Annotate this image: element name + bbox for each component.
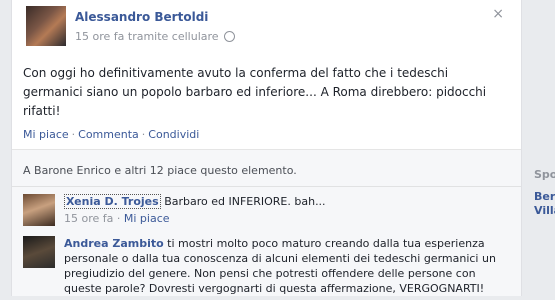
- sponsored-item-line: Villa: [534, 204, 555, 217]
- comment-item: Andrea Zambito ti mostri molto poco matu…: [23, 236, 513, 300]
- right-sidebar: Spo Bert Villa: [531, 0, 555, 296]
- commenter-avatar[interactable]: [23, 194, 55, 226]
- post-card: Alessandro Bertoldi 15 ore fa tramite ce…: [11, 0, 522, 296]
- separator: ·: [141, 128, 146, 141]
- share-link[interactable]: Condividi: [148, 128, 199, 141]
- post-actions: Mi piace · Commenta · Condividi: [23, 128, 199, 141]
- post-meta: 15 ore fa tramite cellulare: [75, 30, 235, 43]
- post-text: Con oggi ho definitivamente avuto la con…: [23, 66, 487, 118]
- likes-summary[interactable]: A Barone Enrico e altri 12 piace questo …: [23, 164, 297, 177]
- commenter-avatar[interactable]: [23, 236, 55, 268]
- author-avatar[interactable]: [26, 6, 66, 46]
- commenter-name[interactable]: Andrea Zambito: [64, 237, 164, 250]
- sponsored-item-line: Bert: [534, 190, 555, 203]
- comment-body: Xenia D. Trojes Barbaro ed INFERIORE. ba…: [64, 194, 509, 226]
- comment-like-link[interactable]: Mi piace: [124, 212, 170, 225]
- close-icon[interactable]: ×: [492, 6, 504, 22]
- comments-section: A Barone Enrico e altri 12 piace questo …: [12, 149, 521, 296]
- post-author-name[interactable]: Alessandro Bertoldi: [75, 10, 208, 24]
- sponsored-item[interactable]: Bert Villa: [534, 190, 555, 218]
- comment-body: Andrea Zambito ti mostri molto poco matu…: [64, 236, 509, 296]
- post-timestamp[interactable]: 15 ore fa tramite cellulare: [75, 30, 219, 43]
- comment-meta: 15 ore fa · Mi piace: [64, 211, 509, 226]
- comment-text: Barbaro ed INFERIORE. bah...: [160, 195, 326, 208]
- like-link[interactable]: Mi piace: [23, 128, 69, 141]
- comment-item: Xenia D. Trojes Barbaro ed INFERIORE. ba…: [23, 194, 513, 228]
- divider: [12, 186, 521, 187]
- separator: ·: [116, 212, 121, 225]
- comment-link[interactable]: Commenta: [78, 128, 139, 141]
- separator: ·: [71, 128, 76, 141]
- comment-timestamp[interactable]: 15 ore fa: [64, 212, 113, 225]
- globe-icon: [223, 31, 235, 42]
- sponsored-heading: Spo: [534, 168, 555, 181]
- commenter-name[interactable]: Xenia D. Trojes: [64, 194, 161, 209]
